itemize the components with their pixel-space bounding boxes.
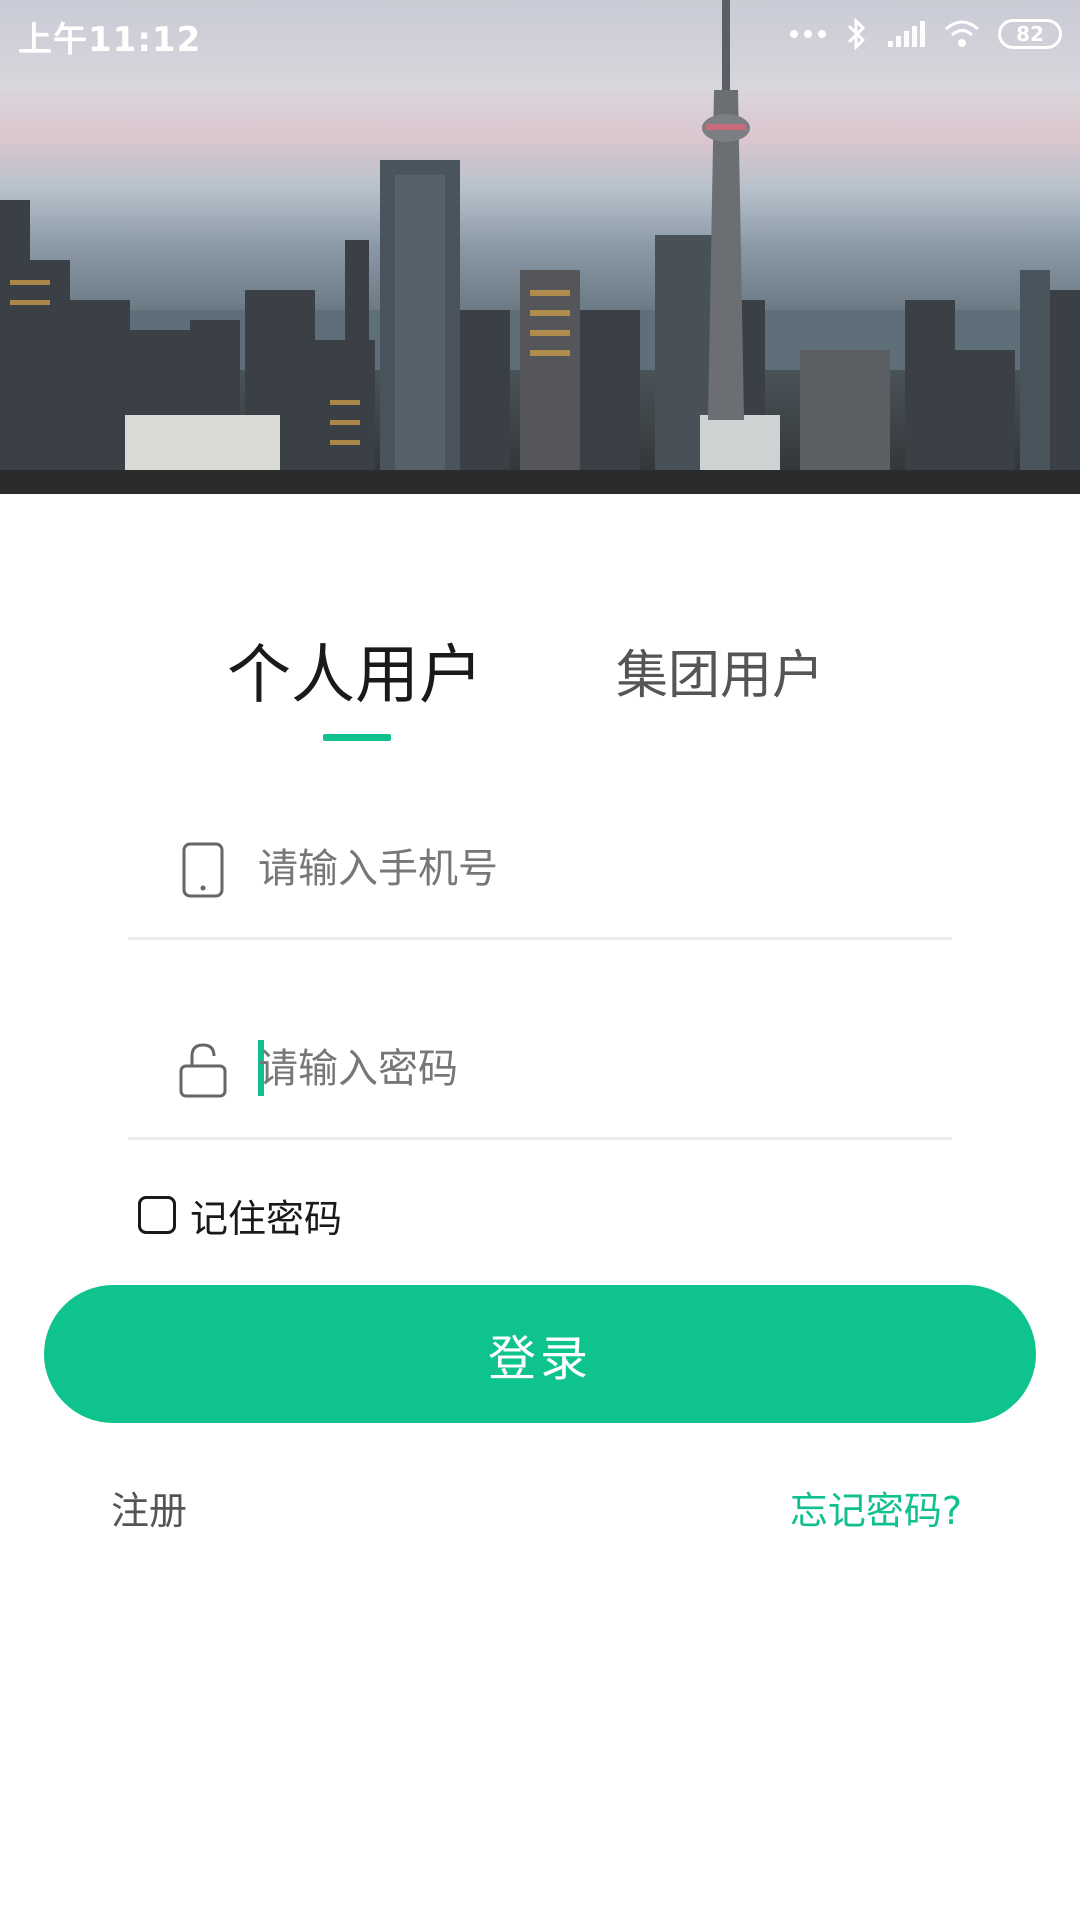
status-icons: 82 <box>788 14 1062 54</box>
phone-underline <box>128 937 952 940</box>
phone-field <box>128 810 952 940</box>
phone-input[interactable] <box>258 836 908 902</box>
tab-personal-user[interactable]: 个人用户 <box>220 620 490 720</box>
phone-icon <box>182 842 224 898</box>
forgot-password-link[interactable]: 忘记密码? <box>790 1480 962 1535</box>
bluetooth-icon <box>847 17 866 51</box>
status-bar: 上午11:12 82 <box>0 0 1080 66</box>
remember-checkbox[interactable] <box>138 1196 176 1234</box>
remember-password-row[interactable]: 记住密码 <box>138 1190 343 1241</box>
login-button[interactable]: 登录 <box>44 1285 1036 1423</box>
skyline-illustration <box>0 0 1080 494</box>
user-type-tabs: 个人用户 集团用户 <box>0 620 1080 741</box>
battery-icon: 82 <box>998 19 1062 49</box>
hero-city-image <box>0 0 1080 494</box>
tab-group-user[interactable]: 集团用户 <box>600 620 840 720</box>
active-tab-indicator <box>323 734 391 741</box>
password-underline <box>128 1137 952 1140</box>
remember-label: 记住密码 <box>190 1196 343 1241</box>
status-time: 上午11:12 <box>18 20 202 60</box>
signal-icon <box>888 21 925 47</box>
password-input[interactable] <box>258 1036 908 1102</box>
password-field <box>128 1010 952 1140</box>
wifi-icon <box>945 20 979 47</box>
register-link[interactable]: 注册 <box>111 1480 187 1535</box>
more-dots-icon <box>790 30 826 38</box>
lock-icon <box>179 1043 227 1098</box>
